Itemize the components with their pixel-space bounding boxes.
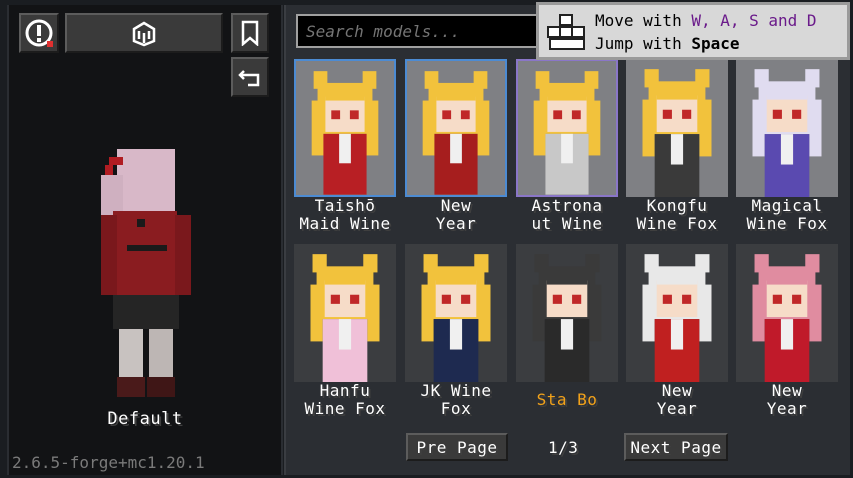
model-thumbnail (405, 59, 507, 197)
bookmark-button[interactable] (231, 13, 269, 53)
move-keys: W, A, S and D (691, 11, 817, 30)
model-card[interactable]: New Year (736, 244, 838, 424)
model-thumbnail (405, 244, 507, 382)
controls-tooltip: Move with W, A, S and D Jump with Space (536, 2, 850, 60)
model-thumbnail (626, 59, 728, 197)
model-card[interactable]: Hanfu Wine Fox (294, 244, 396, 424)
keyboard-icon (547, 14, 585, 50)
model-thumbnail (736, 244, 838, 382)
model-name: Sta Bo (536, 390, 598, 409)
model-card[interactable]: Magical Wine Fox (736, 59, 838, 239)
model-preview-panel: Default 2.6.5-forge+mc1.20.1 (7, 5, 283, 475)
model-thumbnail (516, 244, 618, 382)
search-input[interactable] (296, 14, 546, 48)
version-label: 2.6.5-forge+mc1.20.1 (12, 453, 205, 472)
player-model-preview[interactable] (79, 145, 199, 405)
skin-settings-button[interactable] (65, 13, 223, 53)
model-name: New Year (656, 381, 698, 418)
model-name: Astrona ut Wine (531, 196, 603, 233)
alert-icon (25, 19, 53, 47)
jump-hint: Jump with Space (595, 34, 740, 53)
model-card[interactable]: New Year (405, 59, 507, 239)
model-browser-panel: TaishōMaid Wine NewYear Astronaut Wine Kong… (284, 5, 850, 475)
info-button[interactable] (19, 13, 59, 53)
model-thumbnail (736, 59, 838, 197)
bookmark-icon (241, 20, 259, 46)
character-icon (132, 21, 156, 47)
model-thumbnail (294, 244, 396, 382)
model-card[interactable]: Astrona ut Wine (516, 59, 618, 239)
model-card[interactable]: New Year (626, 244, 728, 424)
model-name: New Year (766, 381, 808, 418)
model-thumbnail (294, 59, 396, 197)
model-card[interactable]: Taishō Maid Wine (294, 59, 396, 239)
model-name: Hanfu Wine Fox (304, 381, 386, 418)
next-page-button[interactable]: Next Page (624, 433, 728, 461)
model-thumbnail (626, 244, 728, 382)
current-model-label: Default (107, 409, 183, 429)
page-indicator: 1/3 (548, 438, 579, 457)
model-name: JK Wine Fox (420, 381, 492, 418)
model-name: New Year (435, 196, 477, 233)
move-hint: Move with W, A, S and D (595, 11, 817, 30)
previous-page-button[interactable]: Pre Page (406, 433, 508, 461)
jump-key: Space (691, 34, 740, 53)
model-card[interactable]: Sta Bo (516, 244, 618, 424)
model-name: Taishō Maid Wine (299, 196, 391, 233)
model-card[interactable]: Kongfu Wine Fox (626, 59, 728, 239)
model-name: Kongfu Wine Fox (636, 196, 718, 233)
model-name: Magical Wine Fox (746, 196, 828, 233)
undo-icon (238, 70, 260, 87)
model-thumbnail (516, 59, 618, 197)
reset-button[interactable] (231, 57, 269, 97)
model-card[interactable]: JK Wine Fox (405, 244, 507, 424)
